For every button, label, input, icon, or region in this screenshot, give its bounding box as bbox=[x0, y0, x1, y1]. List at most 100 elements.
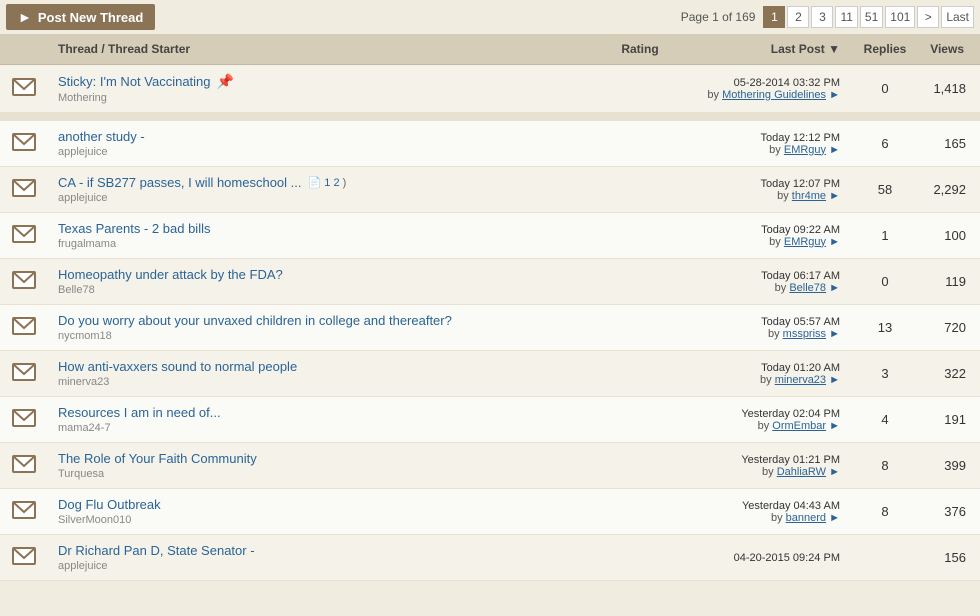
views-cell: 100 bbox=[920, 213, 980, 259]
thread-cell: Do you worry about your unvaxed children… bbox=[48, 305, 600, 351]
table-row: Sticky: I'm Not Vaccinating 📌 Mothering 05-… bbox=[0, 65, 980, 113]
table-row: Homeopathy under attack by the FDA? Belle… bbox=[0, 259, 980, 305]
page-1-btn[interactable]: 1 bbox=[763, 6, 785, 28]
page-11-btn[interactable]: 11 bbox=[835, 6, 857, 28]
page-51-btn[interactable]: 51 bbox=[860, 6, 883, 28]
table-header-row: Thread / Thread Starter Rating Last Post… bbox=[0, 34, 980, 65]
thread-starter: applejuice bbox=[58, 146, 590, 158]
thread-starter: Mothering bbox=[58, 92, 590, 104]
page-link[interactable]: 1 bbox=[324, 177, 330, 189]
last-post-user-link[interactable]: thr4me bbox=[792, 190, 826, 202]
thread-title-link[interactable]: Texas Parents - 2 bad bills bbox=[58, 221, 210, 236]
last-post-arrow: ► bbox=[829, 328, 840, 340]
thread-cell: another study - applejuice bbox=[48, 121, 600, 167]
replies-cell: 0 bbox=[850, 65, 920, 113]
last-post-user-link[interactable]: Mothering Guidelines bbox=[722, 89, 826, 101]
thread-starter: applejuice bbox=[58, 192, 590, 204]
last-post-cell: Yesterday 02:04 PMby OrmEmbar ► bbox=[680, 397, 850, 443]
thread-starter: Turquesa bbox=[58, 468, 590, 480]
last-post-arrow: ► bbox=[829, 420, 840, 432]
table-row: Do you worry about your unvaxed children… bbox=[0, 305, 980, 351]
thread-title-link[interactable]: Sticky: I'm Not Vaccinating bbox=[58, 74, 211, 89]
icon-col-header bbox=[0, 34, 48, 65]
mail-icon bbox=[12, 317, 36, 335]
views-cell: 322 bbox=[920, 351, 980, 397]
last-post-date: Yesterday 02:04 PM bbox=[741, 408, 840, 420]
table-row: The Role of Your Faith Community Turquesa… bbox=[0, 443, 980, 489]
rating-cell bbox=[600, 397, 680, 443]
sort-arrow-icon: ▼ bbox=[828, 42, 840, 56]
last-post-date: Today 01:20 AM bbox=[761, 362, 840, 374]
last-post-user-link[interactable]: EMRguy bbox=[784, 236, 826, 248]
rating-cell bbox=[600, 351, 680, 397]
last-post-arrow: ► bbox=[829, 512, 840, 524]
last-post-user-link[interactable]: DahliaRW bbox=[777, 466, 826, 478]
replies-cell: 8 bbox=[850, 489, 920, 535]
thread-title-link[interactable]: Dog Flu Outbreak bbox=[58, 497, 161, 512]
last-post-user-link[interactable]: msspriss bbox=[783, 328, 826, 340]
thread-cell: Sticky: I'm Not Vaccinating 📌 Mothering bbox=[48, 65, 600, 113]
thread-col-header: Thread / Thread Starter bbox=[48, 34, 600, 65]
thread-title-link[interactable]: Do you worry about your unvaxed children… bbox=[58, 313, 452, 328]
thread-starter: applejuice bbox=[58, 560, 590, 572]
top-bar: ► Post New Thread Page 1 of 169 1 2 3 11… bbox=[0, 0, 980, 34]
last-post-cell: 05-28-2014 03:32 PMby Mothering Guidelin… bbox=[680, 65, 850, 113]
table-row: Dr Richard Pan D, State Senator - appleju… bbox=[0, 535, 980, 581]
table-row: Texas Parents - 2 bad billsfrugalmamaTod… bbox=[0, 213, 980, 259]
last-post-date: Today 05:57 AM bbox=[761, 316, 840, 328]
thread-title-link[interactable]: Resources I am in need of... bbox=[58, 405, 221, 420]
thread-starter: nycmom18 bbox=[58, 330, 590, 342]
views-cell: 165 bbox=[920, 121, 980, 167]
thread-cell: The Role of Your Faith Community Turquesa bbox=[48, 443, 600, 489]
page-101-btn[interactable]: 101 bbox=[885, 6, 915, 28]
thread-title-link[interactable]: How anti-vaxxers sound to normal people bbox=[58, 359, 297, 374]
replies-cell: 58 bbox=[850, 167, 920, 213]
page-next-btn[interactable]: > bbox=[917, 6, 939, 28]
arrow-icon: ► bbox=[18, 9, 32, 25]
last-post-date: Today 09:22 AM bbox=[761, 224, 840, 236]
last-post-user-link[interactable]: OrmEmbar bbox=[772, 420, 826, 432]
views-cell: 119 bbox=[920, 259, 980, 305]
thread-title-link[interactable]: The Role of Your Faith Community bbox=[58, 451, 257, 466]
views-cell: 1,418 bbox=[920, 65, 980, 113]
last-post-date: 04-20-2015 09:24 PM bbox=[734, 552, 840, 564]
last-post-user-link[interactable]: minerva23 bbox=[775, 374, 826, 386]
table-row: How anti-vaxxers sound to normal people m… bbox=[0, 351, 980, 397]
thread-cell: CA - if SB277 passes, I will homeschool … bbox=[48, 167, 600, 213]
page-link[interactable]: 2 bbox=[333, 177, 339, 189]
views-col-header: Views bbox=[920, 34, 980, 65]
page-2-btn[interactable]: 2 bbox=[787, 6, 809, 28]
separator-row bbox=[0, 113, 980, 121]
last-post-user-link[interactable]: bannerd bbox=[786, 512, 826, 524]
rating-cell bbox=[600, 259, 680, 305]
thread-title-link[interactable]: Dr Richard Pan D, State Senator - bbox=[58, 543, 255, 558]
thread-title-link[interactable]: CA - if SB277 passes, I will homeschool … bbox=[58, 175, 302, 190]
last-post-date: Today 06:17 AM bbox=[761, 270, 840, 282]
mail-icon bbox=[12, 133, 36, 151]
thread-starter: minerva23 bbox=[58, 376, 590, 388]
thread-icon-cell bbox=[0, 305, 48, 351]
thread-icon-cell bbox=[0, 121, 48, 167]
replies-cell bbox=[850, 535, 920, 581]
views-cell: 2,292 bbox=[920, 167, 980, 213]
last-post-col-header: Last Post ▼ bbox=[680, 34, 850, 65]
last-post-arrow: ► bbox=[829, 374, 840, 386]
last-post-cell: Today 06:17 AMby Belle78 ► bbox=[680, 259, 850, 305]
mail-icon bbox=[12, 501, 36, 519]
pin-icon: 📌 bbox=[217, 73, 234, 90]
page-3-btn[interactable]: 3 bbox=[811, 6, 833, 28]
last-post-header-label: Last Post bbox=[771, 42, 825, 56]
last-post-cell: Yesterday 04:43 AMby bannerd ► bbox=[680, 489, 850, 535]
last-post-user-link[interactable]: EMRguy bbox=[784, 144, 826, 156]
thread-title-link[interactable]: another study - bbox=[58, 129, 145, 144]
multi-page: 📄 1 2 ) bbox=[308, 176, 347, 189]
post-new-thread-button[interactable]: ► Post New Thread bbox=[6, 4, 155, 30]
thread-icon-cell bbox=[0, 167, 48, 213]
page-last-btn[interactable]: Last bbox=[941, 6, 974, 28]
replies-cell: 0 bbox=[850, 259, 920, 305]
thread-title-link[interactable]: Homeopathy under attack by the FDA? bbox=[58, 267, 283, 282]
last-post-user-link[interactable]: Belle78 bbox=[789, 282, 826, 294]
mail-icon bbox=[12, 225, 36, 243]
rating-cell bbox=[600, 121, 680, 167]
last-post-date: Yesterday 01:21 PM bbox=[741, 454, 840, 466]
